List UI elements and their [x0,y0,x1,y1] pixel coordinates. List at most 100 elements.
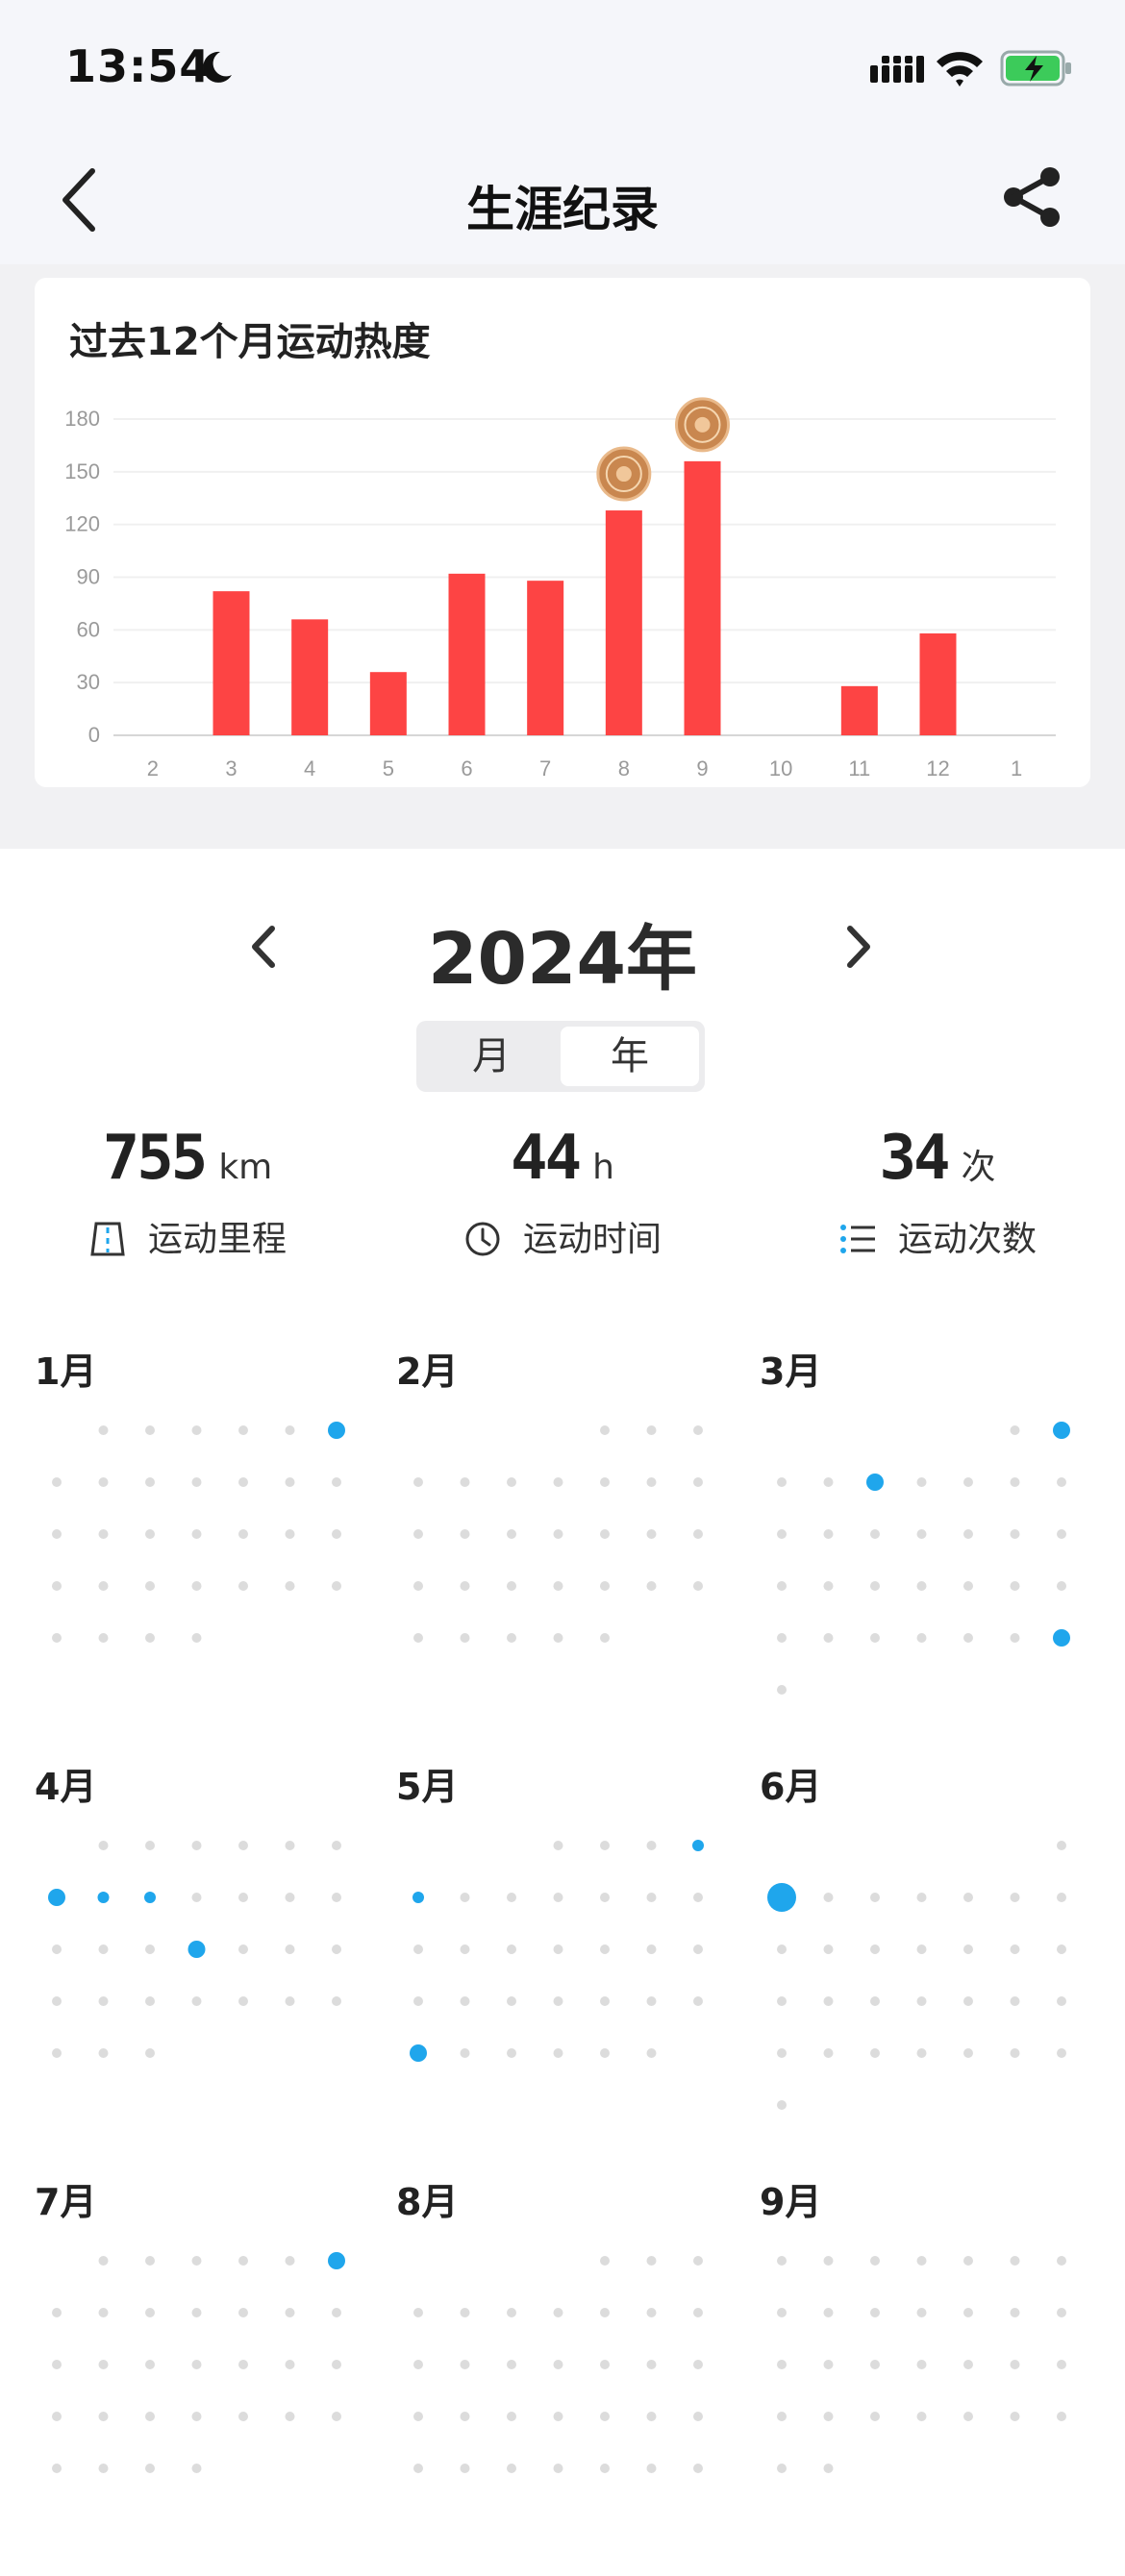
day-dot [413,1477,423,1487]
day-dot [145,2360,155,2369]
day-dot [823,1944,834,1954]
stat-count: 34 次 运动次数 [750,1123,1125,1267]
day-dot [823,1633,834,1643]
day-dot [238,1893,248,1902]
day-dot [191,1841,202,1850]
day-dot [332,2412,341,2421]
moon-icon [203,51,232,83]
day-dot [553,1529,563,1539]
day-dot [553,1633,563,1643]
day-dot [145,1477,155,1487]
day-dot [553,2360,563,2369]
day-dot [553,2308,563,2317]
day-dot [145,1425,155,1435]
day-dot [600,2256,610,2266]
day-dot [693,1944,703,1954]
active-day-dot[interactable] [866,1474,884,1491]
day-dot [600,1893,610,1902]
chart-bar[interactable] [605,510,642,735]
day-dot [646,2048,657,2058]
day-dot [963,1996,973,2006]
active-day-dot[interactable] [1053,1629,1070,1647]
chart-bar[interactable] [369,672,407,735]
toggle-month-option[interactable]: 月 [422,1027,561,1086]
month-day-dots [777,1422,1070,1695]
day-dot [285,2412,295,2421]
stat-distance-unit: km [218,1148,273,1187]
day-dot [600,2308,610,2317]
chart-bar[interactable] [291,619,329,735]
day-dot [870,2308,880,2317]
chart-bar[interactable] [527,581,564,735]
day-dot [145,1529,155,1539]
day-dot [238,1425,248,1435]
toggle-year-option[interactable]: 年 [561,1027,699,1086]
day-dot [191,1893,202,1902]
day-dot [777,1529,787,1539]
stat-time-label: 运动时间 [522,1220,662,1259]
active-day-dot[interactable] [1053,1422,1070,1439]
share-icon[interactable] [1000,163,1067,231]
active-day-dot[interactable] [144,1892,156,1903]
chart-bar[interactable] [448,573,486,735]
day-dot [460,1633,470,1643]
day-dot [332,1893,341,1902]
day-dot [52,2464,62,2473]
cellular-signal-icon [870,56,924,83]
active-day-dot[interactable] [188,1941,206,1958]
day-dot [553,1944,563,1954]
day-dot [413,1633,423,1643]
day-dot [1010,2360,1020,2369]
month-label: 1月 [35,1350,97,1393]
day-dot [823,1996,834,2006]
day-dot [963,1477,973,1487]
chart-bar[interactable] [840,685,878,735]
day-dot [600,1581,610,1591]
chart-bar[interactable] [919,632,957,735]
day-dot [191,1996,202,2006]
month-label: 9月 [760,2181,822,2223]
active-day-dot[interactable] [412,1892,424,1903]
day-dot [693,2412,703,2421]
day-dot [823,2464,834,2473]
day-dot [1057,2308,1066,2317]
y-tick-label: 90 [77,565,100,589]
day-dot [332,1477,341,1487]
y-tick-label: 60 [77,617,100,641]
active-day-dot[interactable] [767,1883,796,1912]
day-dot [553,2464,563,2473]
page-title: 生涯纪录 [466,182,659,237]
next-year-button[interactable] [829,915,887,978]
day-dot [413,1996,423,2006]
active-day-dot[interactable] [328,2252,345,2269]
chart-bar[interactable] [684,460,721,735]
day-dot [460,1944,470,1954]
active-day-dot[interactable] [48,1889,65,1906]
stat-distance-label: 运动里程 [147,1220,287,1259]
active-day-dot[interactable] [692,1840,704,1851]
active-day-dot[interactable] [328,1422,345,1439]
day-dot [777,2048,787,2058]
day-dot [870,2048,880,2058]
day-dot [600,1425,610,1435]
day-dot [98,1529,109,1539]
day-dot [238,2360,248,2369]
day-dot [823,2048,834,2058]
x-tick-label: 5 [383,756,394,780]
day-dot [145,1841,155,1850]
day-dot [553,1841,563,1850]
day-dot [777,1477,787,1487]
active-day-dot[interactable] [97,1892,110,1903]
month-block: 9月 [760,2172,1125,2576]
chart-bar[interactable] [212,591,250,735]
day-dot [600,2464,610,2473]
day-dot [693,2308,703,2317]
day-dot [1010,1944,1020,1954]
active-day-dot[interactable] [410,2044,427,2062]
period-toggle: 月 年 [416,1021,705,1092]
day-dot [963,2360,973,2369]
day-dot [238,1841,248,1850]
day-dot [145,1581,155,1591]
day-dot [823,1581,834,1591]
day-dot [1057,1893,1066,1902]
